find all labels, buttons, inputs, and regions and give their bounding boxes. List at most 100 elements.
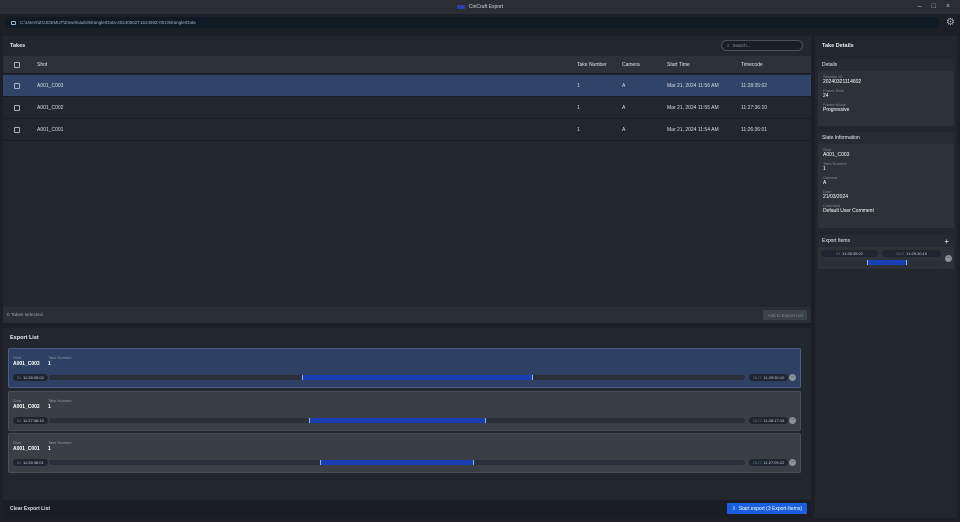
take-label: Take Number — [48, 397, 72, 403]
search-icon: ⌕ — [727, 43, 730, 48]
minus-circle-icon[interactable]: − — [789, 374, 796, 381]
select-all-checkbox[interactable] — [14, 61, 20, 68]
in-timecode: IN 11:28:35:02 — [13, 374, 48, 381]
export-item-card[interactable]: Shot A001_C002 Take Number 1 IN 11:27:36:… — [8, 390, 801, 431]
bottom-bar: Clear Export List ⇪ Start export (3 Expor… — [3, 500, 811, 518]
slate-section: Slate Information Shot A001_C003 Take Numb… — [818, 132, 954, 228]
field-value: Default User Comment — [823, 208, 874, 214]
plus-icon[interactable]: + — [944, 237, 949, 246]
export-item-card[interactable]: Shot A001_C001 Take Number 1 IN 11:26:36:… — [8, 433, 801, 473]
shot-value: A001_C001 — [13, 446, 40, 452]
table-row[interactable]: A001_C003 1 A Mar 21, 2024 11:56 AM 11:2… — [3, 75, 811, 97]
take-details-title: Take Details — [822, 43, 854, 49]
search-input[interactable]: ⌕ Search... — [721, 40, 803, 51]
close-button[interactable]: × — [946, 3, 950, 10]
cell-timecode: 11:26:36:01 — [741, 126, 768, 133]
take-label: Take Number — [48, 440, 72, 445]
shot-label: Shot — [13, 440, 22, 445]
clear-export-list-button[interactable]: Clear Export List — [10, 506, 50, 512]
add-to-export-list-button[interactable]: Add to Export List — [763, 310, 807, 320]
cell-start-time: Mar 21, 2024 11:55 AM — [667, 104, 719, 111]
take-details-panel: Take Details Details Session ID 202403211… — [815, 36, 957, 518]
col-start-time[interactable]: Start Time — [667, 62, 690, 68]
export-item-card[interactable]: Shot A001_C003 Take Number 1 IN 11:28:35:… — [8, 348, 801, 388]
folder-icon — [11, 20, 16, 25]
export-items-title: Export Items — [822, 238, 851, 244]
field-value: A001_C003 — [823, 152, 850, 158]
details-section-title: Details — [818, 59, 954, 71]
field-value: 1 — [823, 166, 826, 172]
cell-shot: A001_C003 — [37, 82, 64, 89]
field-value: A — [823, 180, 827, 186]
cell-camera: A — [622, 82, 626, 89]
out-timecode: OUT 11:27:09:22 — [749, 459, 789, 466]
selected-range-handle[interactable] — [301, 375, 534, 380]
table-header: Shot Take Number Camera Start Time Timec… — [3, 56, 811, 74]
row-checkbox[interactable] — [14, 82, 20, 89]
row-checkbox[interactable] — [14, 104, 20, 111]
cell-shot: A001_C001 — [37, 126, 64, 133]
selection-status: 0 Takes selected — [7, 312, 43, 318]
export-icon: ⇪ — [731, 505, 736, 512]
in-timecode: IN 11:28:35:02 — [821, 250, 878, 257]
out-timecode: OUT 11:28:17:19 — [749, 416, 789, 424]
minus-circle-icon[interactable]: − — [789, 416, 796, 424]
col-timecode[interactable]: Timecode — [741, 62, 763, 68]
field-value: Progressive — [823, 107, 850, 113]
slate-section-title: Slate Information — [818, 132, 954, 144]
cell-camera: A — [622, 126, 626, 133]
table-row[interactable]: A001_C002 1 A Mar 21, 2024 11:55 AM 11:2… — [3, 97, 811, 119]
title-bar: CinCraft Export – □ × — [0, 0, 960, 14]
shot-value: A001_C002 — [13, 403, 40, 410]
cell-camera: A — [622, 104, 626, 111]
export-list-title: Export List — [10, 335, 39, 341]
table-row[interactable]: A001_C001 1 A Mar 21, 2024 11:54 AM 11:2… — [3, 119, 811, 141]
take-value: 1 — [48, 446, 51, 452]
shot-label: Shot — [13, 397, 22, 403]
export-list-panel: Export List Shot A001_C003 Take Number 1… — [3, 328, 811, 518]
cell-timecode: 11:27:36:10 — [741, 104, 768, 111]
minus-circle-icon[interactable]: − — [945, 255, 952, 262]
cell-timecode: 11:28:35:02 — [741, 82, 768, 89]
timeline-track[interactable] — [49, 417, 745, 423]
timeline-track[interactable] — [49, 375, 745, 380]
selected-range-handle[interactable] — [308, 417, 487, 423]
app-title: CinCraft Export — [468, 4, 504, 10]
takes-panel: Takes ⌕ Search... Shot Take Number Camera… — [3, 36, 811, 323]
field-value: 24 — [823, 93, 829, 99]
takes-footer: 0 Takes selected Add to Export List — [3, 307, 811, 323]
gear-icon[interactable]: ⚙ — [946, 17, 955, 28]
cell-take: 1 — [577, 126, 580, 133]
details-section: Details Session ID 20240321114602 Frame Ra… — [818, 59, 954, 126]
search-placeholder: Search... — [732, 43, 751, 48]
cell-start-time: Mar 21, 2024 11:56 AM — [667, 82, 719, 89]
timeline-track[interactable] — [49, 460, 745, 465]
start-export-button[interactable]: ⇪ Start export (3 Export-Items) — [726, 503, 807, 514]
selected-range-handle[interactable] — [320, 460, 475, 465]
export-items-section: Export Items + IN 11:28:35:02 OUT 11:29:30:… — [818, 235, 954, 269]
path-field[interactable]: C:\Users\ZOJDEMUT\Downloads\WranglerData… — [5, 17, 940, 28]
minimize-button[interactable]: – — [918, 3, 922, 10]
out-timecode: OUT 11:29:30:10 — [749, 374, 789, 381]
col-camera[interactable]: Camera — [622, 62, 640, 68]
path-text: C:\Users\ZOJDEMUT\Downloads\WranglerData… — [20, 20, 196, 25]
timeline-track[interactable] — [821, 260, 941, 265]
cell-shot: A001_C002 — [37, 104, 64, 111]
selected-range-handle[interactable] — [866, 260, 908, 265]
take-value: 1 — [48, 361, 51, 367]
take-value: 1 — [48, 403, 51, 410]
row-checkbox[interactable] — [14, 126, 20, 133]
cell-take: 1 — [577, 82, 580, 89]
takes-title: Takes — [10, 43, 26, 49]
maximize-button[interactable]: □ — [932, 3, 936, 10]
col-shot[interactable]: Shot — [37, 62, 47, 68]
app-logo-icon — [456, 5, 465, 9]
cell-take: 1 — [577, 104, 580, 111]
minus-circle-icon[interactable]: − — [789, 459, 796, 466]
in-timecode: IN 11:27:36:10 — [13, 416, 48, 424]
start-export-label: Start export (3 Export-Items) — [738, 505, 802, 512]
shot-value: A001_C003 — [13, 361, 40, 367]
out-timecode: OUT 11:29:30:10 — [882, 250, 941, 257]
col-take-number[interactable]: Take Number — [577, 62, 607, 68]
take-label: Take Number — [48, 355, 72, 360]
